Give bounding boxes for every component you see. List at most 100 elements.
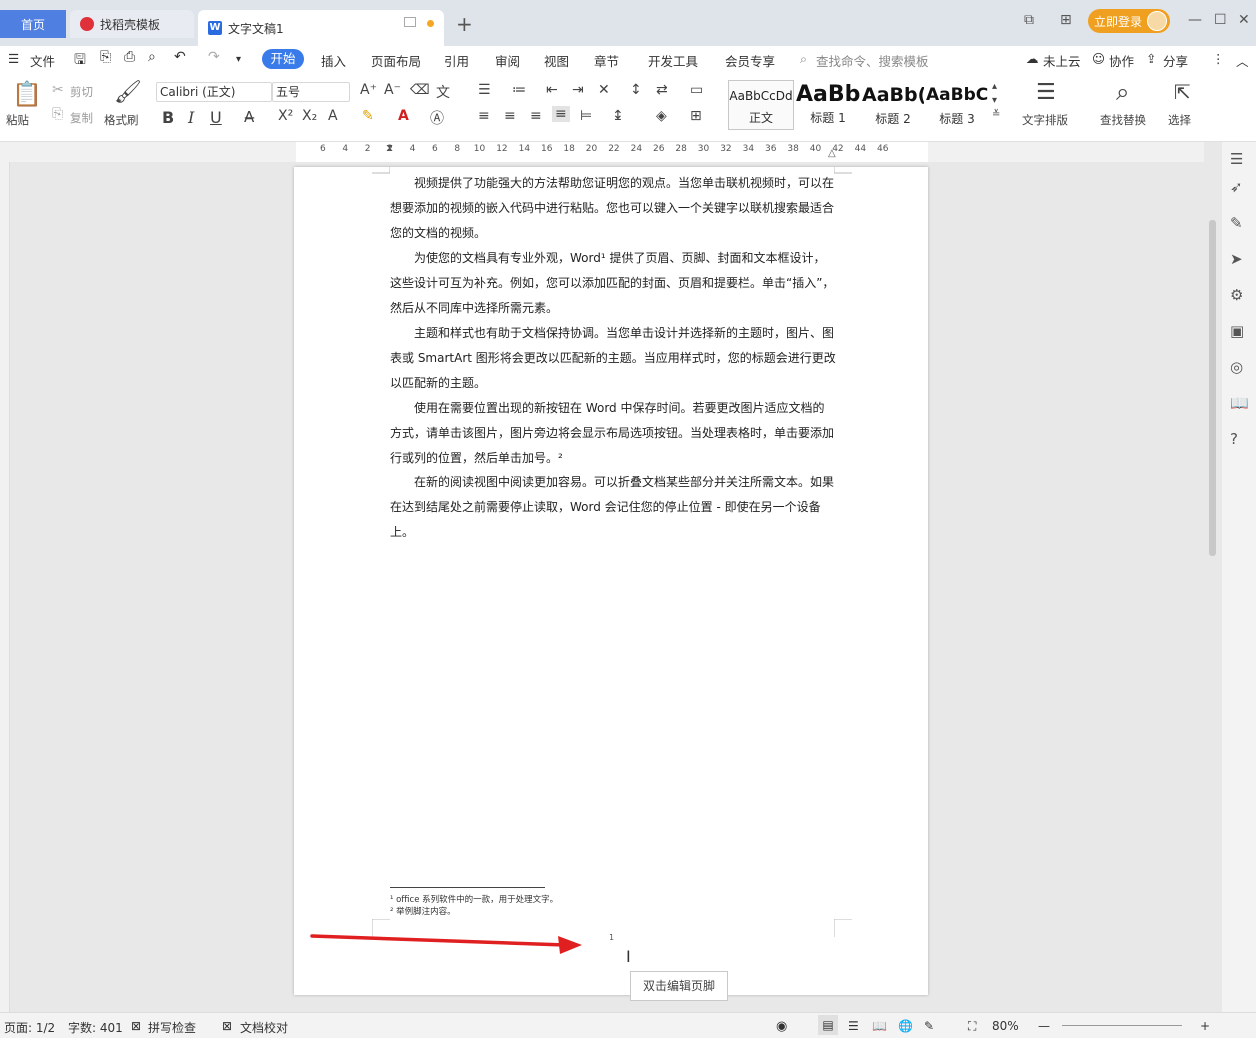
menu-file[interactable]: 文件 — [30, 51, 55, 70]
cloud-status[interactable]: 未上云 — [1043, 51, 1081, 70]
copy-button[interactable]: 复制 — [70, 110, 93, 126]
vertical-ruler[interactable] — [0, 162, 10, 1012]
font-color-icon[interactable]: A — [398, 108, 409, 124]
write-mode-icon[interactable]: ✎ — [924, 1019, 934, 1033]
paragraph-5[interactable]: 在新的阅读视图中阅读更加容易。可以折叠文档某些部分并关注所需文本。如果在达到结尾… — [390, 470, 836, 545]
pointer-icon[interactable]: ➤ — [1230, 250, 1243, 268]
rocket-icon[interactable]: ➶ — [1230, 178, 1243, 196]
char-border-icon[interactable]: Ⓐ — [430, 108, 444, 128]
bullets-icon[interactable]: ☰ — [478, 82, 491, 98]
zoom-in-icon[interactable]: + — [1200, 1019, 1210, 1033]
chinese-layout-icon[interactable]: ✕ — [598, 82, 610, 98]
print-preview-icon[interactable]: ⌕ — [148, 49, 156, 65]
format-painter-button[interactable]: 格式刷 — [104, 112, 139, 128]
menu-chapter[interactable]: 章节 — [594, 51, 619, 70]
align-left-icon[interactable]: ≡ — [478, 108, 490, 124]
paragraph-4[interactable]: 使用在需要位置出现的新按钮在 Word 中保存时间。若要更改图片适应文档的方式，… — [390, 396, 836, 471]
sort-icon[interactable]: ↕ — [630, 82, 642, 98]
format-painter-icon[interactable]: 🖌 — [114, 80, 142, 105]
reading-view-icon[interactable]: 📖 — [872, 1019, 887, 1033]
line-spacing-icon[interactable]: ↨ — [612, 108, 624, 124]
menu-developer[interactable]: 开发工具 — [648, 51, 698, 70]
horizontal-ruler[interactable]: 6 4 2 2 4 6 8 10 12 14 16 18 20 22 24 26 28 30 32 34 36 38 40 4… — [0, 142, 1204, 162]
apps-grid-icon[interactable]: ⊞ — [1060, 12, 1072, 28]
style-heading-2[interactable]: AaBb( 标题 2 — [862, 80, 924, 130]
justify-icon[interactable]: ≡ — [552, 106, 570, 122]
pen-icon[interactable]: ✎ — [1230, 214, 1243, 232]
fit-page-icon[interactable]: ⛶ — [968, 1019, 976, 1034]
close-icon[interactable]: ✕ — [1238, 12, 1250, 28]
menu-member[interactable]: 会员专享 — [725, 51, 775, 70]
maximize-icon[interactable]: ☐ — [1214, 12, 1227, 28]
bold-icon[interactable]: B — [162, 108, 174, 127]
cut-button[interactable]: 剪切 — [70, 84, 93, 100]
export-icon[interactable]: ⎘ — [100, 49, 111, 65]
menu-page-layout[interactable]: 页面布局 — [371, 51, 421, 70]
share-button[interactable]: 分享 — [1163, 51, 1188, 70]
layout-toggle-icon[interactable]: ⧉ — [1024, 12, 1034, 28]
text-layout-icon[interactable]: ☰ — [1036, 80, 1056, 105]
menu-review[interactable]: 审阅 — [495, 51, 520, 70]
zoom-level[interactable]: 80% — [992, 1019, 1019, 1033]
sidebar-menu-icon[interactable]: ☰ — [1230, 150, 1243, 168]
collab-button[interactable]: 协作 — [1109, 51, 1134, 70]
find-replace-icon[interactable]: ⌕ — [1116, 78, 1129, 106]
eye-protect-icon[interactable]: ◉ — [776, 1019, 787, 1034]
zoom-slider[interactable] — [1062, 1025, 1182, 1026]
paragraph-1[interactable]: 视频提供了功能强大的方法帮助您证明您的观点。当您单击联机视频时，可以在想要添加的… — [390, 171, 836, 246]
undo-icon[interactable]: ↶ — [174, 49, 186, 65]
select-cursor-icon[interactable]: ⇱ — [1174, 80, 1191, 104]
text-effect-icon[interactable]: A — [328, 108, 338, 124]
style-heading-3[interactable]: AaBbC( 标题 3 — [926, 80, 988, 130]
select-button[interactable]: 选择 — [1168, 112, 1191, 128]
monitor-icon[interactable] — [404, 17, 416, 27]
tab-templates[interactable]: 找稻壳模板 — [70, 10, 194, 38]
customize-chevron-icon[interactable]: ▾ — [236, 54, 241, 65]
zoom-out-icon[interactable]: — — [1038, 1019, 1050, 1033]
styles-scroll-icon[interactable]: ▴ ▾ ≚ — [992, 80, 1000, 122]
new-tab-button[interactable]: + — [456, 12, 473, 36]
right-indent-icon[interactable]: △ — [828, 148, 836, 159]
font-size-select[interactable]: 五号 — [272, 82, 350, 102]
tab-home[interactable]: 首页 — [0, 10, 66, 38]
font-name-select[interactable]: Calibri (正文) — [156, 82, 272, 102]
footnote-1[interactable]: ¹ office 系列软件中的一款，用于处理文字。 — [390, 893, 558, 905]
tabs-icon[interactable]: ▭ — [690, 82, 703, 98]
highlight-icon[interactable]: ✎ — [362, 108, 374, 124]
collapse-ribbon-icon[interactable]: ︿ — [1236, 51, 1249, 70]
align-right-icon[interactable]: ≡ — [530, 108, 542, 124]
shrink-font-icon[interactable]: A⁻ — [384, 82, 401, 98]
menu-start[interactable]: 开始 — [262, 49, 304, 69]
location-icon[interactable]: ◎ — [1230, 358, 1243, 376]
command-search-input[interactable]: 查找命令、搜索模板 — [816, 51, 929, 70]
login-button[interactable]: 立即登录 — [1088, 9, 1170, 33]
proofread-button[interactable]: 文档校对 — [240, 1019, 288, 1036]
menu-references[interactable]: 引用 — [444, 51, 469, 70]
help-icon[interactable]: ? — [1230, 430, 1238, 448]
phonetic-icon[interactable]: 文 — [436, 82, 450, 102]
outline-view-icon[interactable]: ☰ — [848, 1019, 859, 1033]
image-tools-icon[interactable]: ▣ — [1230, 322, 1244, 340]
decrease-indent-icon[interactable]: ⇤ — [546, 82, 558, 98]
style-normal[interactable]: AaBbCcDd 正文 — [728, 80, 794, 130]
borders-icon[interactable]: ⊞ — [690, 108, 702, 124]
spell-check-button[interactable]: 拼写检查 — [148, 1019, 196, 1036]
print-icon[interactable]: ⎙ — [124, 49, 135, 65]
sliders-icon[interactable]: ⚙ — [1230, 286, 1243, 304]
scrollbar-thumb[interactable] — [1209, 220, 1216, 556]
tab-document[interactable]: W 文字文稿1 — [198, 10, 444, 46]
clear-format-icon[interactable]: ⌫ — [410, 82, 430, 98]
vertical-scrollbar[interactable] — [1208, 162, 1217, 962]
more-icon[interactable]: ⋮ — [1212, 51, 1225, 66]
superscript-icon[interactable]: X² — [278, 108, 293, 124]
align-center-icon[interactable]: ≡ — [504, 108, 516, 124]
book-icon[interactable]: 📖 — [1230, 394, 1249, 412]
page-indicator[interactable]: 页面: 1/2 — [4, 1019, 55, 1036]
page-number[interactable]: 1 — [609, 933, 614, 942]
shading-icon[interactable]: ◈ — [656, 108, 667, 124]
strikethrough-icon[interactable]: A̶ — [244, 108, 254, 126]
word-count[interactable]: 字数: 401 — [68, 1019, 123, 1036]
text-layout-button[interactable]: 文字排版 — [1022, 112, 1068, 128]
paragraph-3[interactable]: 主题和样式也有助于文档保持协调。当您单击设计并选择新的主题时，图片、图表或 Sm… — [390, 321, 836, 396]
style-heading-1[interactable]: AaBb 标题 1 — [796, 80, 860, 130]
